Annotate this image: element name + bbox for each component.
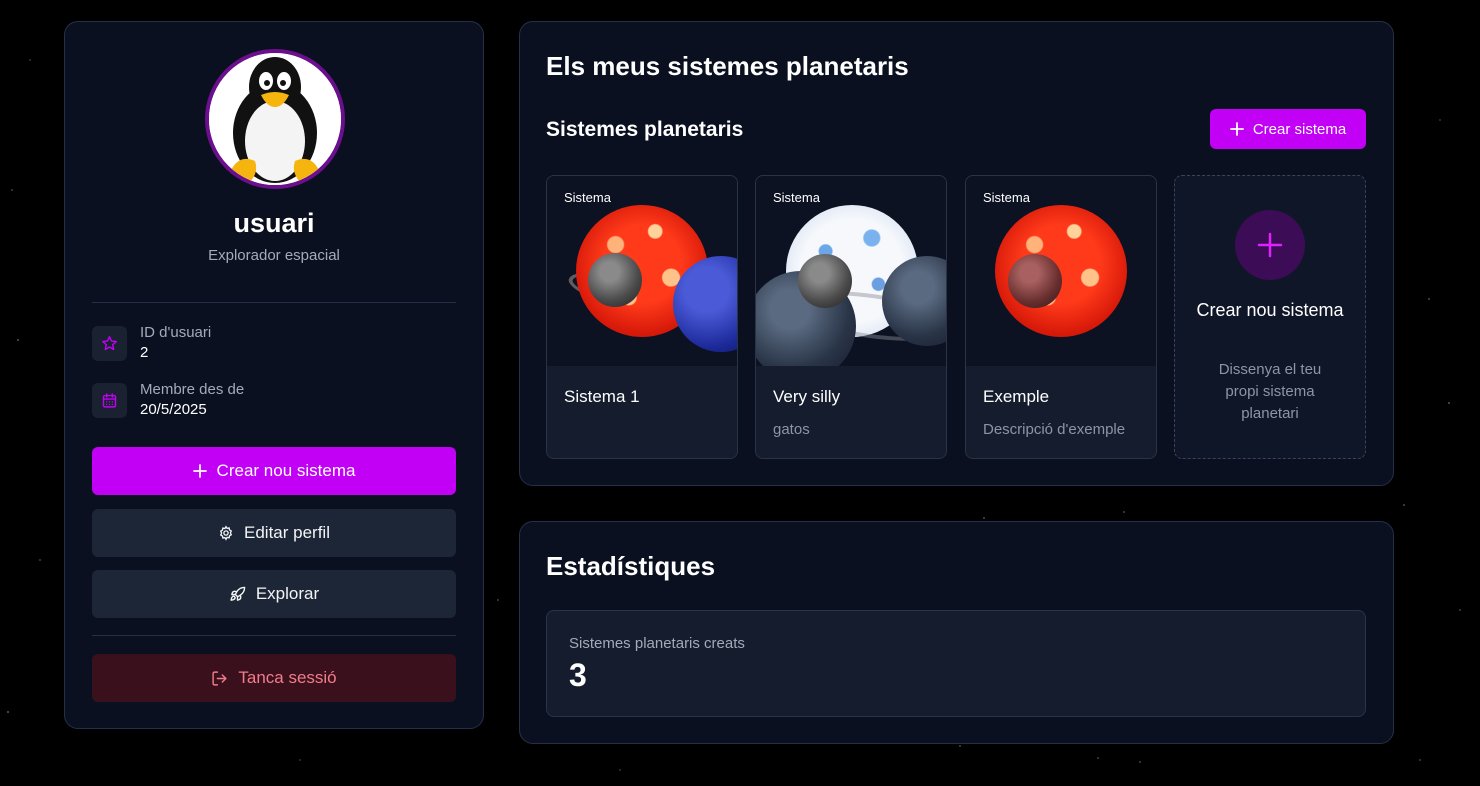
system-tag: Sistema [773,190,820,205]
plus-icon [1229,122,1244,136]
create-system-label: Crear sistema [1252,120,1347,138]
system-name: Very silly [773,387,841,406]
create-new-system-label: Crear nou sistema [216,461,356,480]
create-new-system-card[interactable]: Crear nou sistema Dissenya el teu propi … [1174,175,1366,459]
member-since-row: Membre des de 20/5/2025 [92,380,456,420]
gear-icon [218,525,234,541]
statistics-title: Estadístiques [546,551,716,581]
avatar [205,49,345,189]
system-card[interactable]: Sistema Exemple Descripció d'exemple [965,175,1157,459]
create-system-button[interactable]: Crear sistema [1210,109,1366,149]
section-title: Sistemes planetaris [546,118,744,141]
divider [92,302,456,303]
explore-button[interactable]: Explorar [92,570,456,618]
username: usuari [233,208,315,238]
logout-button[interactable]: Tanca sessió [92,654,456,702]
user-role: Explorador espacial [208,247,340,264]
member-since-value: 20/5/2025 [140,400,207,418]
stat-label: Sistemes planetaris creats [569,635,745,652]
logout-label: Tanca sessió [238,668,337,687]
divider [92,635,456,636]
plus-icon [192,464,207,478]
system-name: Exemple [983,387,1050,406]
system-info: Sistema 1 [547,366,737,458]
explore-label: Explorar [255,584,320,603]
user-id-row: ID d'usuari 2 [92,323,456,363]
logout-icon [211,670,228,687]
system-name: Sistema 1 [564,387,640,406]
star-icon [92,325,127,361]
create-card-description: Dissenya el teu propi sistema planetari [1218,361,1322,422]
system-tag: Sistema [564,190,611,205]
tux-penguin-avatar-icon [209,53,341,185]
calendar-icon [92,382,127,418]
user-id-label: ID d'usuari [140,323,212,341]
statistics-panel: Estadístiques Sistemes planetaris creats… [519,521,1394,744]
page-title: Els meus sistemes planetaris [546,51,909,81]
rocket-icon [229,586,246,603]
system-description: gatos [773,421,810,438]
stat-card: Sistemes planetaris creats 3 [546,610,1366,717]
profile-card: usuari Explorador espacial ID d'usuari 2 [64,21,484,729]
system-tag: Sistema [983,190,1030,205]
system-description: Descripció d'exemple [983,421,1126,438]
create-new-system-button[interactable]: Crear nou sistema [92,447,456,495]
plus-icon [1235,210,1305,280]
member-since-label: Membre des de [140,380,245,398]
user-id-value: 2 [140,343,149,361]
edit-profile-label: Editar perfil [244,523,330,542]
system-info: Very silly gatos [756,366,946,458]
stat-value: 3 [569,657,587,693]
systems-grid: Sistema Sistema 1 Sistema Very silly gat… [546,175,1366,459]
system-card[interactable]: Sistema Very silly gatos [755,175,947,459]
edit-profile-button[interactable]: Editar perfil [92,509,456,557]
create-card-title: Crear nou sistema [1196,300,1344,320]
planetary-systems-panel: Els meus sistemes planetaris Sistemes pl… [519,21,1394,486]
system-card[interactable]: Sistema Sistema 1 [546,175,738,459]
system-info: Exemple Descripció d'exemple [966,366,1156,458]
